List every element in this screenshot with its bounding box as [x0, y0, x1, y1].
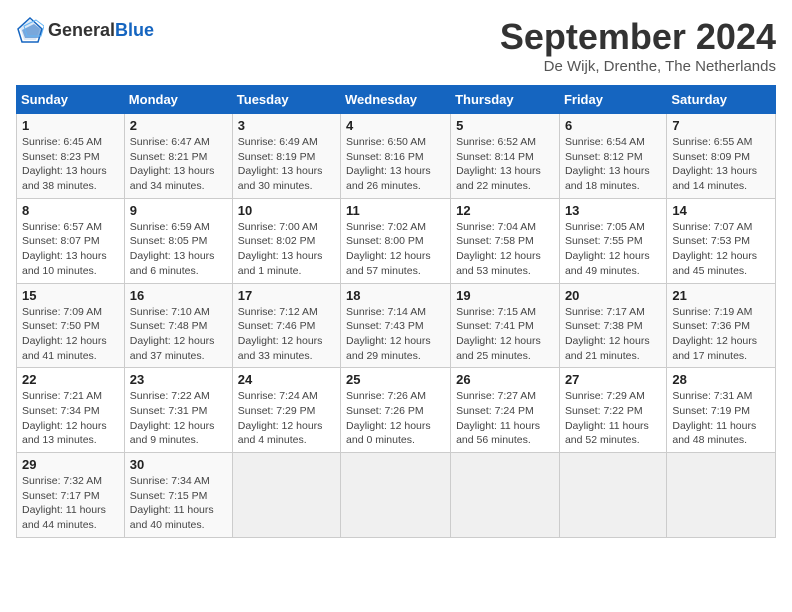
table-row: 16Sunrise: 7:10 AM Sunset: 7:48 PM Dayli…	[124, 283, 232, 368]
table-row: 5Sunrise: 6:52 AM Sunset: 8:14 PM Daylig…	[451, 114, 560, 199]
table-row: 19Sunrise: 7:15 AM Sunset: 7:41 PM Dayli…	[451, 283, 560, 368]
logo-general: General	[48, 20, 115, 40]
logo-text: GeneralBlue	[48, 20, 154, 41]
col-friday: Friday	[559, 86, 666, 114]
table-row	[232, 453, 340, 538]
table-row: 10Sunrise: 7:00 AM Sunset: 8:02 PM Dayli…	[232, 198, 340, 283]
table-row: 1Sunrise: 6:45 AM Sunset: 8:23 PM Daylig…	[17, 114, 125, 199]
table-row: 30Sunrise: 7:34 AM Sunset: 7:15 PM Dayli…	[124, 453, 232, 538]
table-row: 11Sunrise: 7:02 AM Sunset: 8:00 PM Dayli…	[341, 198, 451, 283]
title-section: September 2024 De Wijk, Drenthe, The Net…	[500, 16, 776, 75]
table-row: 25Sunrise: 7:26 AM Sunset: 7:26 PM Dayli…	[341, 368, 451, 453]
table-row	[559, 453, 666, 538]
table-row: 3Sunrise: 6:49 AM Sunset: 8:19 PM Daylig…	[232, 114, 340, 199]
col-thursday: Thursday	[451, 86, 560, 114]
location-subtitle: De Wijk, Drenthe, The Netherlands	[500, 58, 776, 75]
logo-icon	[16, 16, 44, 44]
table-row	[341, 453, 451, 538]
table-row: 18Sunrise: 7:14 AM Sunset: 7:43 PM Dayli…	[341, 283, 451, 368]
col-sunday: Sunday	[17, 86, 125, 114]
table-row: 14Sunrise: 7:07 AM Sunset: 7:53 PM Dayli…	[667, 198, 776, 283]
table-row: 12Sunrise: 7:04 AM Sunset: 7:58 PM Dayli…	[451, 198, 560, 283]
table-row	[667, 453, 776, 538]
table-row: 9Sunrise: 6:59 AM Sunset: 8:05 PM Daylig…	[124, 198, 232, 283]
table-row: 4Sunrise: 6:50 AM Sunset: 8:16 PM Daylig…	[341, 114, 451, 199]
table-row: 23Sunrise: 7:22 AM Sunset: 7:31 PM Dayli…	[124, 368, 232, 453]
table-row: 8Sunrise: 6:57 AM Sunset: 8:07 PM Daylig…	[17, 198, 125, 283]
col-monday: Monday	[124, 86, 232, 114]
table-row: 2Sunrise: 6:47 AM Sunset: 8:21 PM Daylig…	[124, 114, 232, 199]
table-row: 22Sunrise: 7:21 AM Sunset: 7:34 PM Dayli…	[17, 368, 125, 453]
table-row: 6Sunrise: 6:54 AM Sunset: 8:12 PM Daylig…	[559, 114, 666, 199]
table-row: 28Sunrise: 7:31 AM Sunset: 7:19 PM Dayli…	[667, 368, 776, 453]
table-row: 29Sunrise: 7:32 AM Sunset: 7:17 PM Dayli…	[17, 453, 125, 538]
col-saturday: Saturday	[667, 86, 776, 114]
col-tuesday: Tuesday	[232, 86, 340, 114]
calendar-table: Sunday Monday Tuesday Wednesday Thursday…	[16, 85, 776, 538]
month-title: September 2024	[500, 16, 776, 58]
table-row: 17Sunrise: 7:12 AM Sunset: 7:46 PM Dayli…	[232, 283, 340, 368]
table-row: 26Sunrise: 7:27 AM Sunset: 7:24 PM Dayli…	[451, 368, 560, 453]
table-row: 13Sunrise: 7:05 AM Sunset: 7:55 PM Dayli…	[559, 198, 666, 283]
page-header: GeneralBlue September 2024 De Wijk, Dren…	[16, 16, 776, 75]
table-row	[451, 453, 560, 538]
logo: GeneralBlue	[16, 16, 154, 44]
table-row: 15Sunrise: 7:09 AM Sunset: 7:50 PM Dayli…	[17, 283, 125, 368]
table-row: 27Sunrise: 7:29 AM Sunset: 7:22 PM Dayli…	[559, 368, 666, 453]
col-wednesday: Wednesday	[341, 86, 451, 114]
table-row: 7Sunrise: 6:55 AM Sunset: 8:09 PM Daylig…	[667, 114, 776, 199]
table-row: 24Sunrise: 7:24 AM Sunset: 7:29 PM Dayli…	[232, 368, 340, 453]
table-row: 21Sunrise: 7:19 AM Sunset: 7:36 PM Dayli…	[667, 283, 776, 368]
logo-blue: Blue	[115, 20, 154, 40]
calendar-header-row: Sunday Monday Tuesday Wednesday Thursday…	[17, 86, 776, 114]
table-row: 20Sunrise: 7:17 AM Sunset: 7:38 PM Dayli…	[559, 283, 666, 368]
